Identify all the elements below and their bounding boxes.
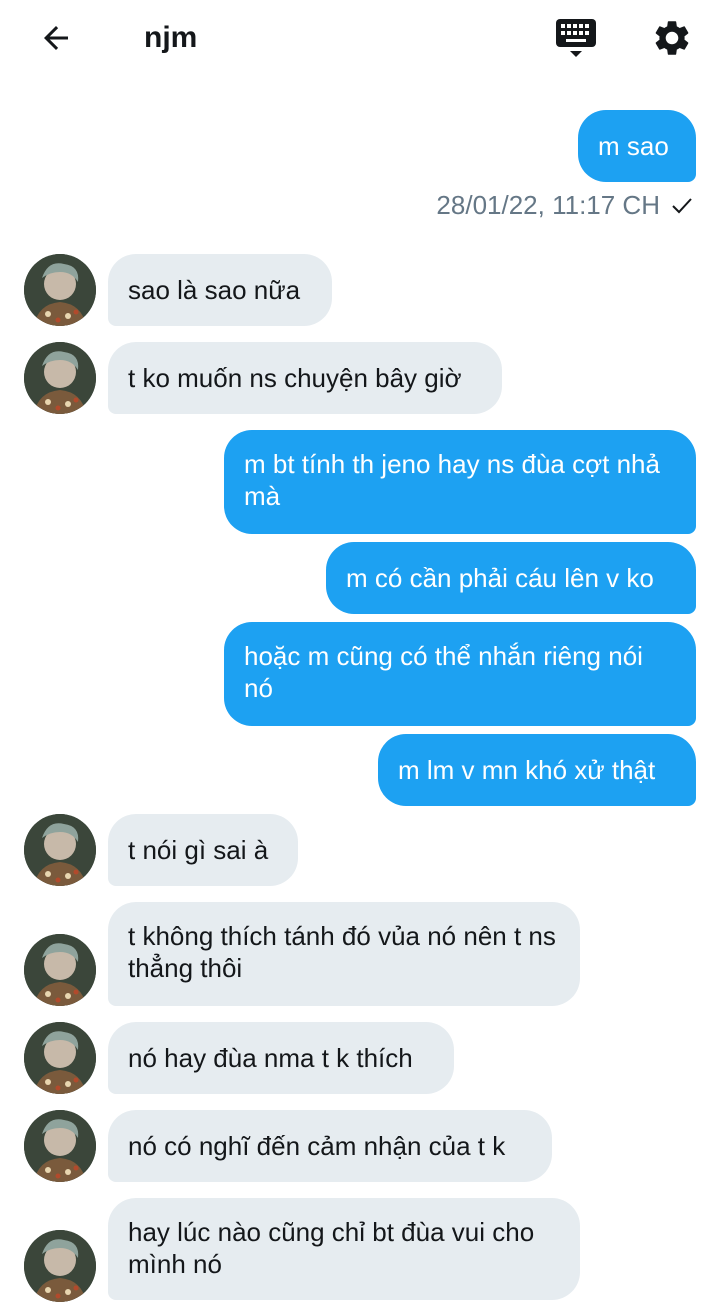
dm-conversation-screen: njm m sao 28/01/22, 11:17 CH sao là sao …	[0, 0, 720, 1302]
message-bubble-outgoing[interactable]: m bt tính th jeno hay ns đùa cợt nhả mà	[224, 430, 696, 534]
message-bubble-incoming[interactable]: t nói gì sai à	[108, 814, 298, 886]
keyboard-icon	[556, 19, 596, 57]
arrow-left-icon	[44, 26, 68, 50]
message-bubble-outgoing[interactable]: m có cần phải cáu lên v ko	[326, 542, 696, 614]
avatar[interactable]	[24, 254, 96, 326]
checkmark-icon	[672, 198, 692, 214]
message-bubble-incoming[interactable]: hay lúc nào cũng chỉ bt đùa vui cho mình…	[108, 1198, 580, 1300]
message-bubble-incoming[interactable]: t không thích tánh đó vủa nó nên t ns th…	[108, 902, 580, 1006]
message-bubble-incoming[interactable]: t ko muốn ns chuyện bây giờ	[108, 342, 502, 414]
message-bubble-outgoing[interactable]: hoặc m cũng có thể nhắn riêng nói nó	[224, 622, 696, 726]
settings-button[interactable]	[648, 14, 696, 62]
message-bubble-incoming[interactable]: nó có nghĩ đến cảm nhận của t k	[108, 1110, 552, 1182]
message-bubble-outgoing[interactable]: m sao	[578, 110, 696, 182]
avatar[interactable]	[24, 814, 96, 886]
message-bubble-incoming[interactable]: nó hay đùa nma t k thích	[108, 1022, 454, 1094]
avatar[interactable]	[24, 1110, 96, 1182]
message-timestamp: 28/01/22, 11:17 CH	[436, 190, 660, 220]
conversation-header: njm	[0, 0, 720, 76]
avatar[interactable]	[24, 342, 96, 414]
avatar[interactable]	[24, 1022, 96, 1094]
message-meta: 28/01/22, 11:17 CH	[436, 188, 694, 222]
conversation-title: njm	[144, 21, 198, 54]
gear-icon	[655, 21, 689, 55]
back-button[interactable]	[34, 16, 78, 60]
keyboard-button[interactable]	[552, 14, 600, 62]
message-bubble-outgoing[interactable]: m lm v mn khó xử thật	[378, 734, 696, 806]
avatar[interactable]	[24, 934, 96, 1006]
avatar[interactable]	[24, 1230, 96, 1302]
message-bubble-incoming[interactable]: sao là sao nữa	[108, 254, 332, 326]
